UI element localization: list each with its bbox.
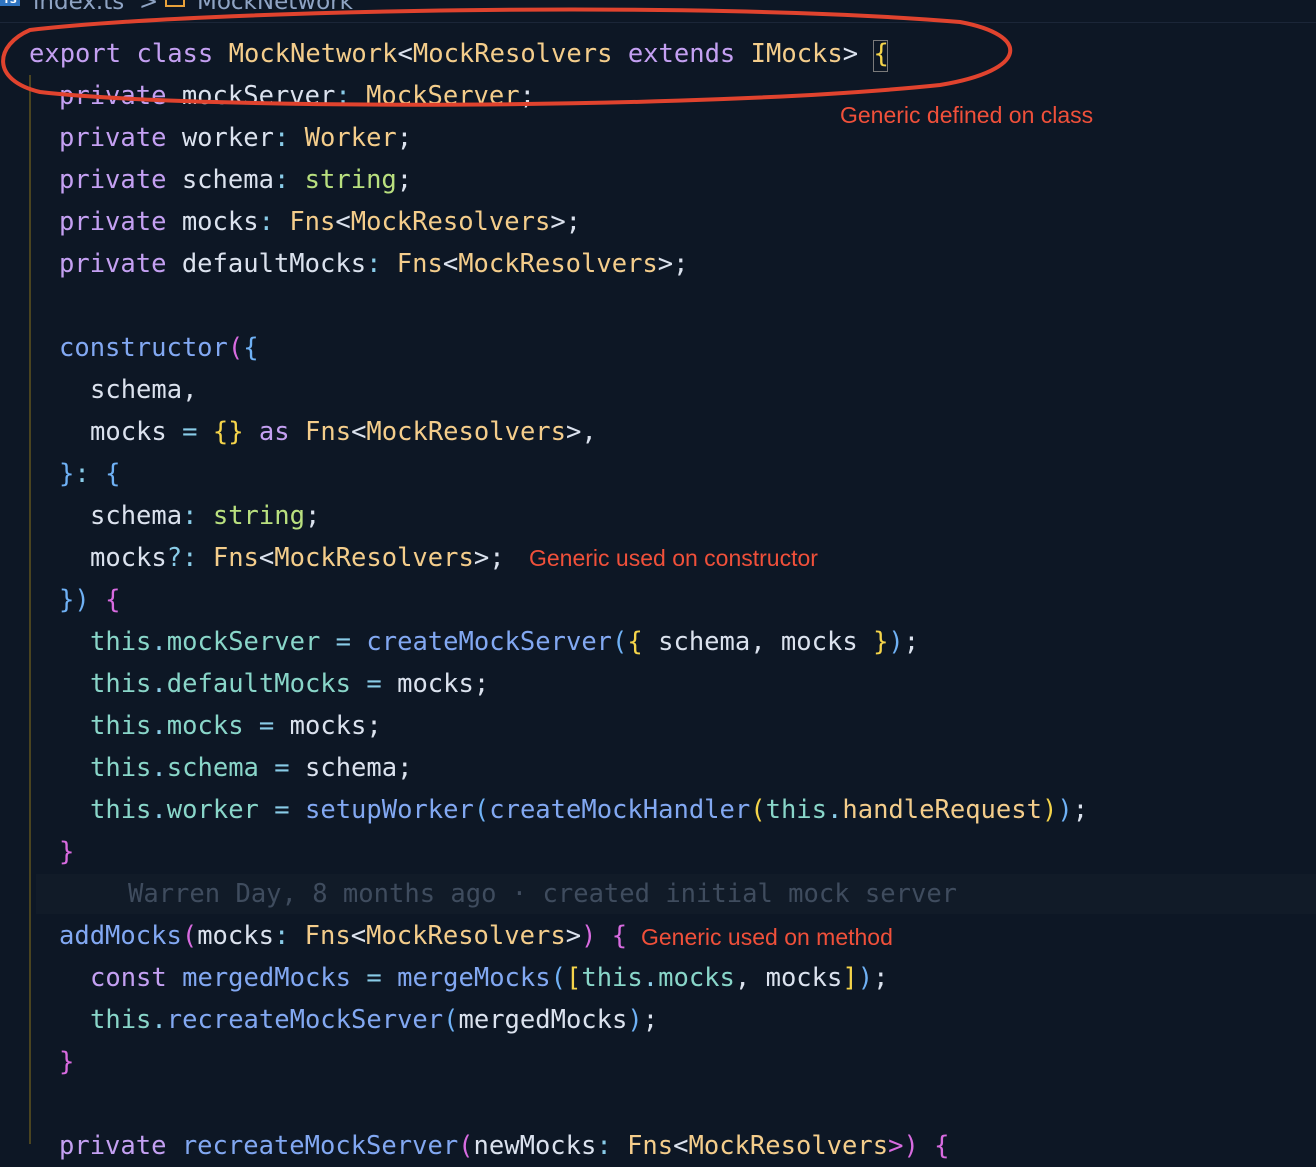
annotation-method-generic: Generic used on method bbox=[641, 924, 893, 950]
code-line-6: private defaultMocks: Fns<MockResolvers>… bbox=[59, 249, 689, 279]
code-line-22: addMocks(mocks: Fns<MockResolvers>) { bbox=[59, 921, 628, 951]
code-line-20: } bbox=[59, 837, 75, 867]
code-line-5: private mocks: Fns<MockResolvers>; bbox=[59, 207, 582, 237]
code-line-3: private worker: Worker; bbox=[59, 123, 413, 153]
code-line-4: private schema: string; bbox=[59, 165, 413, 195]
code-line-25: } bbox=[59, 1047, 75, 1077]
code-line-16: this.defaultMocks = mocks; bbox=[90, 669, 490, 699]
code-line-2: private mockServer: MockServer; bbox=[59, 81, 535, 111]
code-line-10: mocks = {} as Fns<MockResolvers>, bbox=[90, 417, 597, 447]
bracket-match-highlight bbox=[873, 40, 888, 72]
annotation-constructor-generic: Generic used on constructor bbox=[529, 545, 818, 571]
code-line-14: }) { bbox=[59, 585, 121, 615]
code-line-27: private recreateMockServer(newMocks: Fns… bbox=[59, 1131, 950, 1161]
git-blame-annotation: Warren Day, 8 months ago · created initi… bbox=[128, 879, 958, 909]
code-line-24: this.recreateMockServer(mergedMocks); bbox=[90, 1005, 659, 1035]
code-line-17: this.mocks = mocks; bbox=[90, 711, 382, 741]
code-line-13: mocks?: Fns<MockResolvers>; bbox=[90, 543, 505, 573]
code-line-9: schema, bbox=[90, 375, 198, 405]
code-line-8: constructor({ bbox=[59, 333, 259, 363]
code-line-1: export class MockNetwork<MockResolvers e… bbox=[29, 39, 889, 69]
code-line-23: const mergedMocks = mergeMocks([this.moc… bbox=[90, 963, 889, 993]
code-line-19: this.worker = setupWorker(createMockHand… bbox=[90, 795, 1089, 825]
code-line-15: this.mockServer = createMockServer({ sch… bbox=[90, 627, 920, 657]
code-editor[interactable]: export class MockNetwork<MockResolvers e… bbox=[0, 0, 1316, 1161]
code-line-12: schema: string; bbox=[90, 501, 321, 531]
code-line-11: }: { bbox=[59, 459, 121, 489]
code-line-18: this.schema = schema; bbox=[90, 753, 413, 783]
annotation-class-generic: Generic defined on class bbox=[840, 102, 1094, 128]
